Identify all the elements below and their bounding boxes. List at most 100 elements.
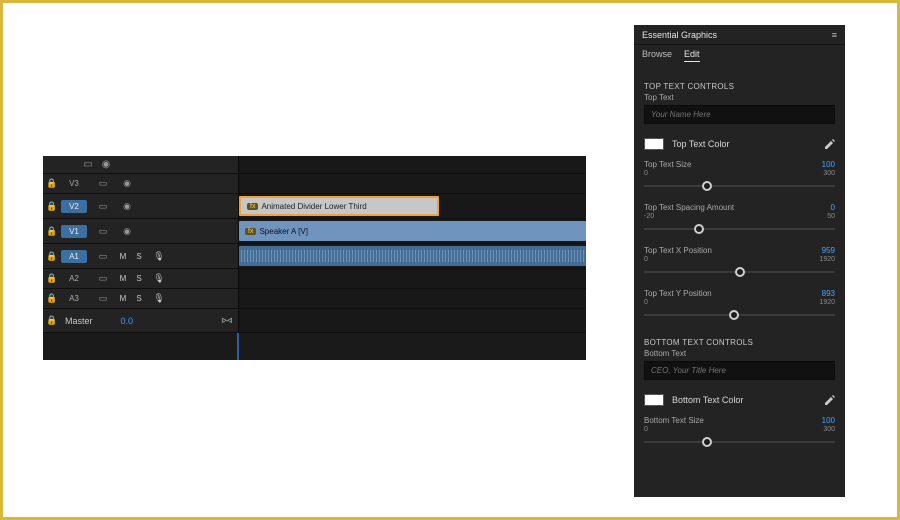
slider-min: -20 xyxy=(644,213,654,220)
section-bottom-text: BOTTOM TEXT CONTROLS xyxy=(644,338,835,347)
slider-track[interactable] xyxy=(644,222,835,236)
lock-icon[interactable]: 🔒 xyxy=(43,201,61,212)
mic-icon[interactable]: 🎙 xyxy=(149,251,169,262)
slider-value[interactable]: 959 xyxy=(822,246,835,255)
slider-max: 50 xyxy=(827,213,835,220)
solo-toggle[interactable]: S xyxy=(133,252,145,261)
fx-badge-icon: fx xyxy=(247,203,258,210)
bottom-text-color-row: Bottom Text Color xyxy=(644,394,835,406)
eyedropper-icon[interactable] xyxy=(824,395,835,406)
track-master[interactable]: 🔒 Master 0.0 ▹◃ xyxy=(43,309,586,333)
clip-graphic-lower-third[interactable]: fx Animated Divider Lower Third xyxy=(239,196,439,216)
timeline-panel: ▭ ◉ 🔒 V3 ▭ ◉ 🔒 V2 ▭ xyxy=(43,156,586,360)
slider-value[interactable]: 100 xyxy=(822,160,835,169)
fx-badge-icon: fx xyxy=(245,228,256,235)
top-text-color-swatch[interactable] xyxy=(644,138,664,150)
slider-min: 0 xyxy=(644,299,648,306)
panel-menu-icon[interactable]: ≡ xyxy=(832,30,837,40)
track-name-a2[interactable]: A2 xyxy=(61,274,87,283)
lock-icon[interactable]: 🔒 xyxy=(43,315,61,326)
slider-max: 300 xyxy=(823,426,835,433)
master-value[interactable]: 0.0 xyxy=(121,316,134,326)
slider-track[interactable] xyxy=(644,435,835,449)
panel-body: TOP TEXT CONTROLS Top Text Top Text Colo… xyxy=(634,68,845,497)
track-v3[interactable]: 🔒 V3 ▭ ◉ xyxy=(43,174,586,194)
eyedropper-icon[interactable] xyxy=(824,139,835,150)
essential-graphics-panel: Essential Graphics ≡ Browse Edit TOP TEX… xyxy=(634,25,845,497)
slider-thumb[interactable] xyxy=(735,267,745,277)
slider-thumb[interactable] xyxy=(694,224,704,234)
slider-max: 1920 xyxy=(819,256,835,263)
track-name-a1[interactable]: A1 xyxy=(61,250,87,263)
clip-label: Animated Divider Lower Third xyxy=(261,202,366,211)
track-eye-icon[interactable]: ◉ xyxy=(117,201,137,212)
lock-icon[interactable]: 🔒 xyxy=(43,293,61,304)
track-a2[interactable]: 🔒 A2 ▭ M S 🎙 xyxy=(43,269,586,289)
panel-tabs: Browse Edit xyxy=(634,45,845,68)
bottom-text-input[interactable] xyxy=(644,361,835,380)
track-name-v3[interactable]: V3 xyxy=(61,179,87,188)
mic-icon[interactable]: 🎙 xyxy=(149,273,169,284)
slider-thumb[interactable] xyxy=(729,310,739,320)
lock-icon[interactable]: 🔒 xyxy=(43,273,61,284)
mute-toggle[interactable]: M xyxy=(117,274,129,283)
slider-max: 1920 xyxy=(819,299,835,306)
slider-label: Bottom Text Size xyxy=(644,416,704,425)
slider-value[interactable]: 0 xyxy=(831,203,835,212)
slider-value[interactable]: 893 xyxy=(822,289,835,298)
track-a1[interactable]: 🔒 A1 ▭ M S 🎙 xyxy=(43,244,586,269)
track-a3[interactable]: 🔒 A3 ▭ M S 🎙 xyxy=(43,289,586,309)
lock-icon[interactable]: 🔒 xyxy=(43,251,61,262)
master-label: Master xyxy=(65,316,93,326)
track-name-v2[interactable]: V2 xyxy=(61,200,87,213)
top-slider-3: Top Text Y Position89301920 xyxy=(644,289,835,322)
slider-track[interactable] xyxy=(644,179,835,193)
track-filmstrip-icon[interactable]: ▭ xyxy=(93,178,113,189)
slider-min: 0 xyxy=(644,170,648,177)
top-text-input[interactable] xyxy=(644,105,835,124)
solo-toggle[interactable]: S xyxy=(133,294,145,303)
track-eye-icon[interactable]: ◉ xyxy=(117,178,137,189)
track-eye-icon[interactable]: ◉ xyxy=(117,226,137,237)
track-filmstrip-icon[interactable]: ▭ xyxy=(79,159,97,170)
solo-toggle[interactable]: S xyxy=(133,274,145,283)
lock-icon[interactable]: 🔒 xyxy=(43,178,61,189)
clip-audio-a1[interactable] xyxy=(239,246,586,266)
track-eye-icon[interactable]: ◉ xyxy=(97,159,115,170)
track-name-a3[interactable]: A3 xyxy=(61,294,87,303)
collapse-icon[interactable]: ▹◃ xyxy=(222,315,232,326)
slider-label: Top Text Size xyxy=(644,160,691,169)
mute-toggle[interactable]: M xyxy=(117,294,129,303)
mute-toggle[interactable]: M xyxy=(117,252,129,261)
slider-thumb[interactable] xyxy=(702,181,712,191)
slider-label: Top Text Spacing Amount xyxy=(644,203,734,212)
slider-min: 0 xyxy=(644,426,648,433)
lock-icon[interactable]: 🔒 xyxy=(43,226,61,237)
track-filmstrip-icon[interactable]: ▭ xyxy=(93,273,113,284)
track-name-v1[interactable]: V1 xyxy=(61,225,87,238)
waveform xyxy=(241,250,584,262)
slider-track[interactable] xyxy=(644,265,835,279)
top-slider-1: Top Text Spacing Amount 0 -20 50 xyxy=(644,203,835,236)
top-text-color-label: Top Text Color xyxy=(672,139,729,149)
track-filmstrip-icon[interactable]: ▭ xyxy=(93,251,113,262)
slider-max: 300 xyxy=(823,170,835,177)
mic-icon[interactable]: 🎙 xyxy=(149,293,169,304)
clip-label: Speaker A [V] xyxy=(259,227,307,236)
timeline-toggle-row: ▭ ◉ xyxy=(43,156,586,174)
slider-value[interactable]: 100 xyxy=(822,416,835,425)
slider-track[interactable] xyxy=(644,308,835,322)
track-filmstrip-icon[interactable]: ▭ xyxy=(93,201,113,212)
track-filmstrip-icon[interactable]: ▭ xyxy=(93,293,113,304)
slider-min: 0 xyxy=(644,256,648,263)
track-v1[interactable]: 🔒 V1 ▭ ◉ fx Speaker A [V] xyxy=(43,219,586,244)
track-v2[interactable]: 🔒 V2 ▭ ◉ fx Animated Divider Lower Third xyxy=(43,194,586,219)
tab-edit[interactable]: Edit xyxy=(684,49,700,62)
track-filmstrip-icon[interactable]: ▭ xyxy=(93,226,113,237)
top-slider-2: Top Text X Position95901920 xyxy=(644,246,835,279)
clip-video-speaker-a[interactable]: fx Speaker A [V] xyxy=(239,221,586,241)
tab-browse[interactable]: Browse xyxy=(642,49,672,62)
slider-thumb[interactable] xyxy=(702,437,712,447)
top-slider-0: Top Text Size 100 0 300 xyxy=(644,160,835,193)
bottom-text-color-swatch[interactable] xyxy=(644,394,664,406)
